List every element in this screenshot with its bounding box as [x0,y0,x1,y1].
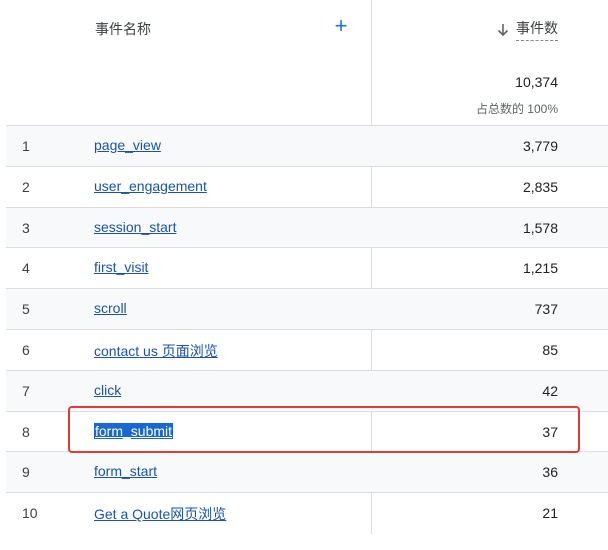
table-header: 事件名称 + 事件数 10,374 占总数的 100% [6,0,608,126]
event-count-value: 37 [542,423,558,440]
event-name-link[interactable]: user_engagement [94,178,207,194]
event-name-column-header[interactable]: 事件名称 [95,19,151,39]
table-row: 10 Get a Quote网页浏览 21 [6,493,608,534]
event-count-column-header[interactable]: 事件数 [496,18,558,41]
event-count-value: 21 [542,505,558,522]
table-row: 8 form_submit 37 [6,412,608,453]
table-body: 1 page_view 3,779 2 user_engagement 2,83… [6,126,608,534]
row-index: 1 [22,138,30,154]
table-row: 1 page_view 3,779 [6,126,608,167]
event-name-link[interactable]: scroll [94,300,127,316]
event-count-label: 事件数 [516,18,558,41]
event-name-link[interactable]: session_start [94,219,176,235]
event-count-value: 2,835 [522,178,558,195]
row-index: 2 [22,178,30,195]
table-row: 6 contact us 页面浏览 85 [6,330,608,371]
event-count-value: 1,215 [522,260,558,277]
event-name-link[interactable]: page_view [94,137,161,153]
event-name-link-selected[interactable]: form_submit [94,422,174,439]
row-index: 7 [22,382,30,399]
row-index: 4 [22,260,30,277]
total-value: 10,374 [515,74,558,90]
event-name-link[interactable]: Get a Quote网页浏览 [94,504,226,524]
row-index: 8 [22,423,30,440]
table-row: 3 session_start 1,578 [6,207,608,249]
table-row: 2 user_engagement 2,835 [6,167,608,208]
total-percent: 占总数的 100% [475,102,558,116]
event-name-link[interactable]: form_start [94,463,157,479]
event-count-value: 36 [542,464,558,481]
table-row: 5 scroll 737 [6,289,608,330]
add-dimension-button[interactable]: + [331,15,351,38]
row-index: 5 [22,301,30,318]
event-count-value: 3,779 [522,138,558,154]
event-count-value: 42 [542,382,558,399]
row-index: 10 [22,505,38,522]
event-name-link[interactable]: click [94,382,121,398]
arrow-down-icon [497,23,509,36]
event-name-link[interactable]: contact us 页面浏览 [94,341,218,361]
table-row: 9 form_start 36 [6,452,608,494]
event-name-link[interactable]: first_visit [94,259,148,275]
event-count-value: 85 [542,341,558,358]
event-count-value: 737 [534,301,558,318]
events-table: 事件名称 + 事件数 10,374 占总数的 100% 1 page_view … [6,0,608,534]
row-index: 6 [22,341,30,358]
event-count-value: 1,578 [522,219,558,236]
row-index: 9 [22,464,30,481]
table-row: 7 click 42 [6,370,608,412]
table-row: 4 first_visit 1,215 [6,248,608,290]
row-index: 3 [22,219,30,236]
